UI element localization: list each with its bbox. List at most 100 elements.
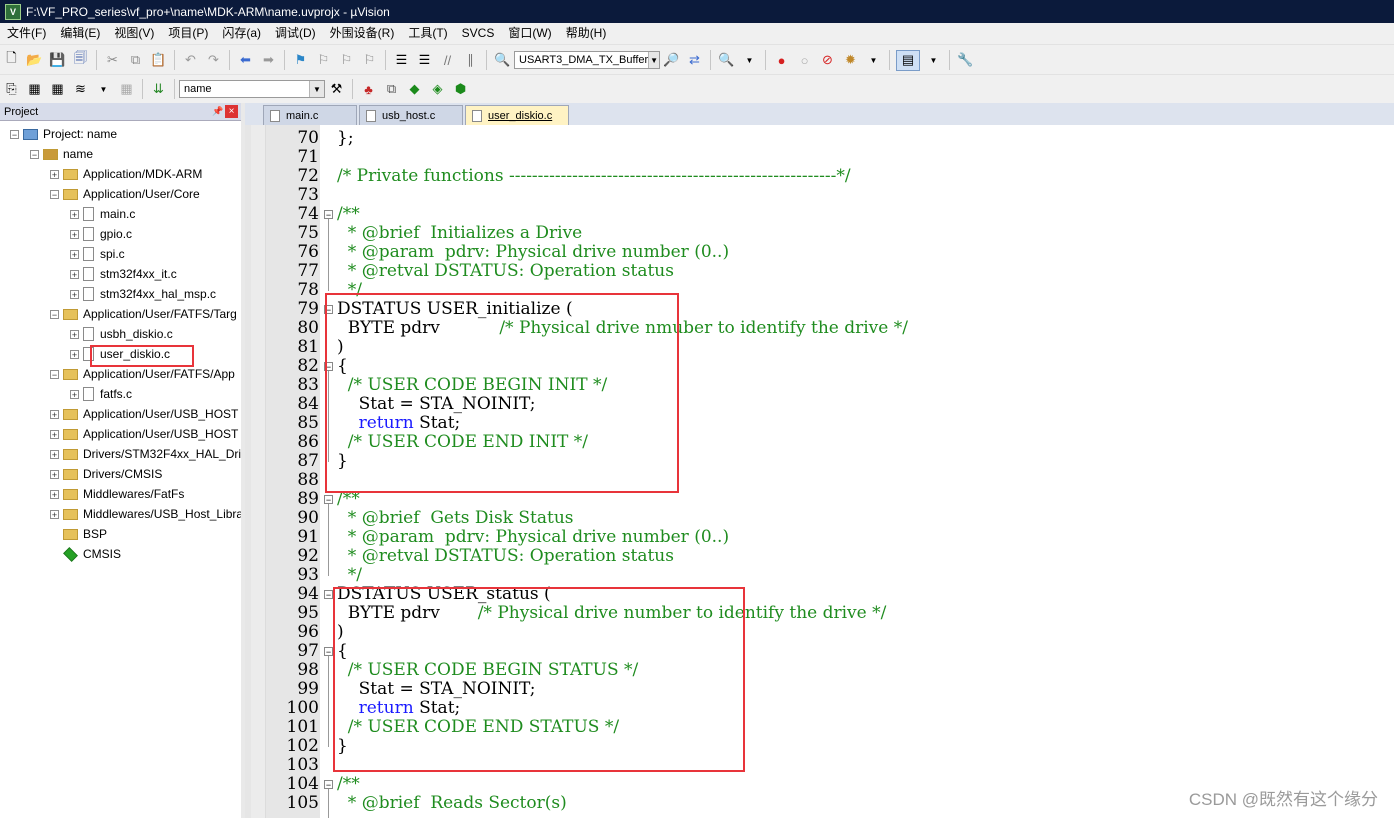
expand-icon[interactable]: + — [70, 329, 79, 339]
fold-toggle-icon[interactable]: − — [324, 210, 333, 220]
find-combo[interactable]: USART3_DMA_TX_Buffer ▼ — [514, 51, 660, 69]
code-line[interactable]: 92 * @retval DSTATUS: Operation status — [245, 547, 1394, 566]
pack-installer-icon[interactable]: ⬢ — [451, 80, 470, 99]
chevron-down-icon[interactable]: ▼ — [740, 51, 759, 70]
tree-item[interactable]: + Application/MDK-ARM — [50, 164, 202, 184]
kill-breakpoints-icon[interactable]: ✹ — [841, 51, 860, 70]
expand-icon[interactable]: + — [50, 429, 59, 439]
tree-item[interactable]: − Application/User/FATFS/App — [50, 364, 235, 384]
menu-item[interactable]: 工具(T) — [401, 23, 454, 44]
tab-usb_host-c[interactable]: usb_host.c — [359, 105, 463, 125]
batch-build-icon[interactable]: ≋ — [71, 80, 90, 99]
undo-icon[interactable]: ↶ — [181, 51, 200, 70]
tree-item[interactable]: + usbh_diskio.c — [70, 324, 173, 344]
disable-breakpoint-icon[interactable]: ○ — [795, 51, 814, 70]
target-select[interactable]: name ▼ — [179, 80, 325, 98]
translate-icon[interactable]: ⎘ — [2, 80, 21, 99]
open-file-icon[interactable]: 📂 — [25, 51, 44, 70]
expand-icon[interactable]: + — [50, 469, 59, 479]
clear-bookmarks-icon[interactable]: ⚐ — [360, 51, 379, 70]
code-line[interactable]: 74−/** — [245, 205, 1394, 224]
tree-item[interactable]: + stm32f4xx_hal_msp.c — [70, 284, 216, 304]
collapse-icon[interactable]: − — [50, 369, 59, 379]
find-icon[interactable]: 🔎 — [662, 51, 681, 70]
nav-forward-icon[interactable]: ➡ — [259, 51, 278, 70]
tree-item[interactable]: + Application/User/USB_HOST — [50, 424, 238, 444]
code-line[interactable]: 90 * @brief Gets Disk Status — [245, 509, 1394, 528]
window-layout-icon[interactable]: ▤ — [896, 49, 920, 71]
expand-icon[interactable]: + — [70, 249, 79, 259]
expand-icon[interactable]: + — [70, 209, 79, 219]
expand-icon[interactable]: + — [50, 489, 59, 499]
pin-icon[interactable]: 📌 — [211, 106, 225, 117]
tree-item[interactable]: + Drivers/CMSIS — [50, 464, 162, 484]
configure-icon[interactable]: 🔧 — [956, 51, 975, 70]
expand-icon[interactable]: + — [70, 349, 79, 359]
manage-rte-icon[interactable]: ◆ — [405, 80, 424, 99]
rebuild-icon[interactable]: ▦ — [48, 80, 67, 99]
menu-item[interactable]: 帮助(H) — [559, 23, 614, 44]
tree-item[interactable]: − Application/User/FATFS/Targ — [50, 304, 237, 324]
collapse-icon[interactable]: − — [50, 189, 59, 199]
expand-icon[interactable]: + — [50, 449, 59, 459]
tree-item[interactable]: + Application/User/USB_HOST — [50, 404, 238, 424]
stop-build-icon[interactable]: ▦ — [117, 80, 136, 99]
menu-item[interactable]: 调试(D) — [268, 23, 323, 44]
expand-icon[interactable]: + — [50, 409, 59, 419]
expand-icon[interactable]: + — [70, 289, 79, 299]
chevron-down-icon[interactable]: ▼ — [924, 51, 943, 70]
tree-item[interactable]: + fatfs.c — [70, 384, 132, 404]
chevron-down-icon[interactable]: ▼ — [94, 80, 113, 99]
code-line[interactable]: 76 * @param pdrv: Physical drive number … — [245, 243, 1394, 262]
menu-item[interactable]: SVCS — [455, 23, 502, 44]
menu-item[interactable]: 文件(F) — [0, 23, 53, 44]
code-line[interactable]: 73 — [245, 186, 1394, 205]
menu-item[interactable]: 外围设备(R) — [323, 23, 402, 44]
select-packs-icon[interactable]: ◈ — [428, 80, 447, 99]
build-icon[interactable]: ▦ — [25, 80, 44, 99]
manage-multi-project-icon[interactable]: ⧉ — [382, 80, 401, 99]
disable-all-breakpoints-icon[interactable]: ⊘ — [818, 51, 837, 70]
tree-item[interactable]: + spi.c — [70, 244, 125, 264]
fold-toggle-icon[interactable]: − — [324, 590, 333, 600]
next-bookmark-icon[interactable]: ⚐ — [337, 51, 356, 70]
code-line[interactable]: 77 * @retval DSTATUS: Operation status — [245, 262, 1394, 281]
paste-icon[interactable]: 📋 — [149, 51, 168, 70]
code-line[interactable]: 70}; — [245, 129, 1394, 148]
nav-back-icon[interactable]: ⬅ — [236, 51, 255, 70]
expand-icon[interactable]: + — [70, 389, 79, 399]
uncomment-icon[interactable]: ∥ — [461, 51, 480, 70]
tree-item[interactable]: + Middlewares/FatFs — [50, 484, 184, 504]
code-line[interactable]: 75 * @brief Initializes a Drive — [245, 224, 1394, 243]
code-line[interactable]: 71 — [245, 148, 1394, 167]
tab-user_diskio-c[interactable]: user_diskio.c — [465, 105, 569, 125]
download-icon[interactable]: ⇊ — [149, 80, 168, 99]
save-all-icon[interactable]: 🗐 — [71, 50, 90, 70]
menu-item[interactable]: 视图(V) — [107, 23, 161, 44]
tree-item[interactable]: + stm32f4xx_it.c — [70, 264, 177, 284]
find-in-files-icon[interactable]: 🔍 — [493, 51, 512, 70]
tree-item[interactable]: − name — [30, 144, 93, 164]
chevron-down-icon[interactable]: ▼ — [309, 81, 324, 97]
fold-toggle-icon[interactable]: − — [324, 647, 333, 657]
fold-toggle-icon[interactable]: − — [324, 495, 333, 505]
expand-icon[interactable]: + — [70, 269, 79, 279]
tree-item[interactable]: + Middlewares/USB_Host_Libra — [50, 504, 243, 524]
collapse-icon[interactable]: − — [10, 129, 19, 139]
collapse-icon[interactable]: − — [30, 149, 39, 159]
tree-item[interactable]: BSP — [50, 524, 107, 544]
menu-item[interactable]: 闪存(a) — [215, 23, 268, 44]
close-icon[interactable]: × — [225, 105, 238, 118]
tree-item[interactable]: + Drivers/STM32F4xx_HAL_Driv — [50, 444, 247, 464]
code-line[interactable]: 72 /* Private functions -----------------… — [245, 167, 1394, 186]
bookmark-icon[interactable]: ⚑ — [291, 51, 310, 70]
comment-icon[interactable]: // — [438, 51, 457, 70]
incremental-find-icon[interactable]: ⇄ — [685, 51, 704, 70]
tree-item[interactable]: − Project: name — [10, 124, 117, 144]
target-options-icon[interactable]: ⚒ — [327, 80, 346, 99]
chevron-down-icon[interactable]: ▼ — [864, 51, 883, 70]
collapse-icon[interactable]: − — [50, 309, 59, 319]
cut-icon[interactable]: ✂ — [103, 51, 122, 70]
redo-icon[interactable]: ↷ — [204, 51, 223, 70]
chevron-down-icon[interactable]: ▼ — [648, 52, 659, 68]
